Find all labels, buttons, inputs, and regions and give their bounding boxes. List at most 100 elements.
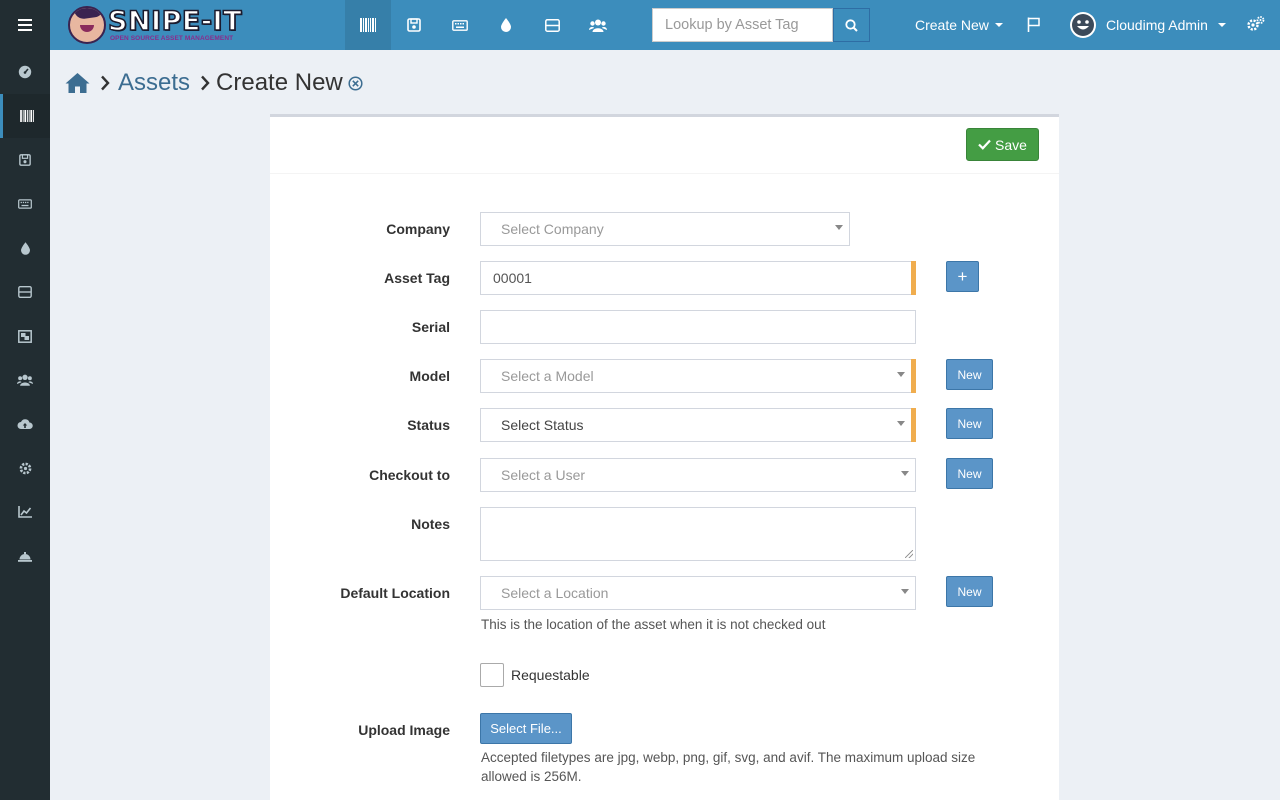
dropdown-arrow-icon bbox=[901, 589, 909, 594]
checkout-placeholder: Select a User bbox=[501, 467, 586, 483]
create-new-dropdown[interactable]: Create New bbox=[915, 17, 1003, 33]
sidebar-item-assets[interactable] bbox=[0, 94, 50, 138]
sidebar-item-components[interactable] bbox=[0, 270, 50, 314]
check-icon bbox=[978, 139, 991, 150]
brand-logo[interactable]: SNIPE-IT OPEN SOURCE ASSET MANAGEMENT bbox=[68, 4, 242, 46]
report-issue-button[interactable] bbox=[1027, 17, 1041, 37]
users-icon bbox=[17, 374, 33, 386]
dropdown-arrow-icon bbox=[897, 372, 905, 377]
keyboard-icon bbox=[452, 19, 468, 31]
home-icon bbox=[65, 73, 90, 93]
dropdown-arrow-icon bbox=[835, 225, 843, 230]
keyboard-icon bbox=[18, 199, 32, 209]
asset-tag-lookup-input[interactable]: Lookup by Asset Tag bbox=[652, 8, 833, 42]
sidebar-item-requestable[interactable] bbox=[0, 534, 50, 578]
hdd-icon bbox=[18, 286, 32, 298]
location-select[interactable]: Select a Location bbox=[480, 576, 916, 610]
checkout-user-select[interactable]: Select a User bbox=[480, 458, 916, 492]
barcode-icon bbox=[19, 110, 34, 122]
model-select[interactable]: Select a Model bbox=[480, 359, 912, 393]
barcode-icon bbox=[360, 18, 376, 32]
new-user-button[interactable]: New bbox=[946, 458, 993, 489]
company-label: Company bbox=[386, 221, 450, 237]
tint-icon bbox=[20, 241, 30, 255]
nav-assets-button[interactable] bbox=[345, 0, 391, 50]
logo-mascot-icon bbox=[68, 6, 106, 44]
sidebar-item-people[interactable] bbox=[0, 358, 50, 402]
dropdown-arrow-icon bbox=[897, 421, 905, 426]
nav-people-button[interactable] bbox=[575, 0, 621, 50]
nav-consumables-button[interactable] bbox=[483, 0, 529, 50]
hdd-icon bbox=[544, 18, 560, 32]
sidebar-item-reports[interactable] bbox=[0, 490, 50, 534]
sidebar-item-dashboard[interactable] bbox=[0, 50, 50, 94]
cloud-upload-icon bbox=[17, 419, 33, 429]
brand-subtitle: OPEN SOURCE ASSET MANAGEMENT bbox=[110, 34, 234, 42]
tint-icon bbox=[501, 18, 511, 32]
chevron-right-icon bbox=[200, 75, 210, 91]
serial-input[interactable] bbox=[480, 310, 916, 344]
checkout-to-label: Checkout to bbox=[369, 467, 450, 483]
notes-label: Notes bbox=[411, 516, 450, 532]
save-icon bbox=[407, 18, 421, 32]
nav-licenses-button[interactable] bbox=[391, 0, 437, 50]
status-placeholder: Select Status bbox=[501, 417, 584, 433]
smiley-avatar-icon bbox=[1072, 14, 1094, 36]
caret-down-icon bbox=[994, 23, 1003, 27]
save-button[interactable]: Save bbox=[966, 128, 1039, 161]
status-select[interactable]: Select Status bbox=[480, 408, 912, 442]
breadcrumb-assets-link[interactable]: Assets bbox=[118, 69, 190, 97]
new-location-button[interactable]: New bbox=[946, 576, 993, 607]
sidebar-item-settings[interactable] bbox=[0, 446, 50, 490]
required-indicator bbox=[911, 261, 916, 295]
upload-help-text: Accepted filetypes are jpg, webp, png, g… bbox=[481, 750, 976, 784]
caret-down-icon bbox=[1217, 23, 1226, 27]
asset-tag-input[interactable]: 00001 bbox=[480, 261, 912, 295]
new-status-button[interactable]: New bbox=[946, 408, 993, 439]
flag-icon bbox=[1027, 17, 1040, 32]
requestable-checkbox[interactable] bbox=[480, 663, 504, 687]
object-group-icon bbox=[18, 329, 32, 343]
location-placeholder: Select a Location bbox=[501, 585, 609, 601]
save-icon bbox=[19, 154, 31, 166]
concierge-bell-icon bbox=[18, 551, 32, 562]
close-circle-icon[interactable] bbox=[348, 75, 363, 91]
notes-textarea[interactable] bbox=[480, 507, 916, 561]
save-label: Save bbox=[995, 136, 1027, 153]
select-file-button[interactable]: Select File... bbox=[480, 713, 572, 744]
page-title: Create New bbox=[216, 69, 343, 96]
nav-accessories-button[interactable] bbox=[437, 0, 483, 50]
bar-chart-icon bbox=[18, 506, 32, 518]
tachometer-icon bbox=[18, 65, 32, 79]
search-icon bbox=[845, 18, 858, 32]
company-select[interactable]: Select Company bbox=[480, 212, 850, 246]
create-new-label: Create New bbox=[915, 17, 989, 33]
location-help-text: This is the location of the asset when i… bbox=[481, 617, 826, 632]
sidebar-item-licenses[interactable] bbox=[0, 138, 50, 182]
users-icon bbox=[589, 19, 607, 32]
lookup-search-button[interactable] bbox=[833, 8, 870, 42]
resize-handle[interactable] bbox=[905, 550, 913, 558]
company-placeholder: Select Company bbox=[501, 221, 604, 237]
sidebar-item-accessories[interactable] bbox=[0, 182, 50, 226]
asset-tag-label: Asset Tag bbox=[384, 270, 450, 286]
model-label: Model bbox=[409, 368, 450, 384]
breadcrumb: Assets Create New bbox=[65, 68, 363, 98]
home-link[interactable] bbox=[65, 72, 90, 94]
hamburger-icon bbox=[18, 24, 32, 26]
panel-header: Save bbox=[270, 117, 1059, 174]
sidebar-item-import[interactable] bbox=[0, 402, 50, 446]
avatar bbox=[1070, 12, 1096, 38]
model-placeholder: Select a Model bbox=[501, 368, 594, 384]
sidebar-item-predefined-kits[interactable] bbox=[0, 314, 50, 358]
nav-components-button[interactable] bbox=[529, 0, 575, 50]
user-menu[interactable]: Cloudimg Admin bbox=[1070, 12, 1226, 38]
sidebar-toggle-button[interactable] bbox=[0, 0, 50, 50]
add-asset-tag-button[interactable]: + bbox=[946, 261, 979, 292]
new-model-button[interactable]: New bbox=[946, 359, 993, 390]
dropdown-arrow-icon bbox=[901, 471, 909, 476]
admin-settings-button[interactable] bbox=[1247, 16, 1265, 37]
serial-label: Serial bbox=[411, 319, 450, 335]
sidebar-item-consumables[interactable] bbox=[0, 226, 50, 270]
cogs-icon bbox=[1247, 16, 1265, 31]
